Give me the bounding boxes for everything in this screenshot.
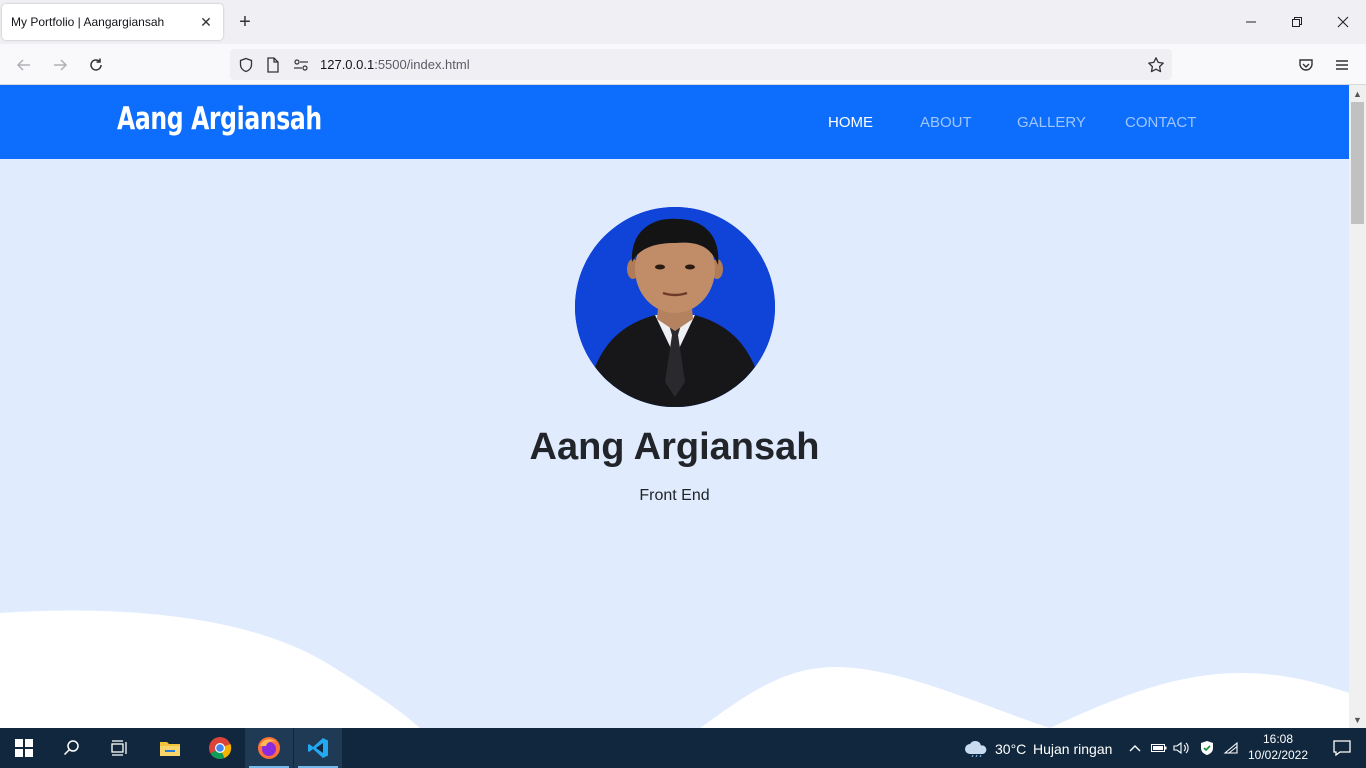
site-navbar: Aang Argiansah HOME ABOUT GALLERY CONTAC… [0,85,1349,159]
system-clock[interactable]: 16:08 10/02/2022 [1240,731,1316,763]
chrome-icon[interactable] [196,728,244,768]
search-icon[interactable] [48,728,96,768]
notifications-icon[interactable] [1318,728,1366,768]
hero-role: Front End [639,487,710,504]
reload-icon[interactable] [84,53,108,77]
firefox-icon[interactable] [245,728,293,768]
file-explorer-icon[interactable] [146,728,194,768]
weather-condition[interactable]: Hujan ringan [1033,741,1112,757]
pocket-icon[interactable] [1294,53,1318,77]
clock-date: 10/02/2022 [1247,748,1309,762]
bookmark-star-icon[interactable] [1146,55,1166,75]
shield-icon[interactable] [236,55,256,75]
security-shield-icon[interactable] [1198,728,1216,768]
windows-taskbar: 30°C Hujan ringan 16:08 10/02/2022 [0,728,1366,768]
minimize-icon[interactable] [1237,8,1265,36]
nav-gallery[interactable]: GALLERY [1017,114,1086,131]
back-arrow-icon[interactable] [12,53,36,77]
url-bar[interactable]: 127.0.0.1:5500/index.html [230,49,1172,80]
volume-icon[interactable] [1172,728,1190,768]
hero-name: Aang Argiansah [529,426,820,468]
page-icon[interactable] [263,55,283,75]
weather-cloud-icon[interactable] [952,728,1000,768]
new-tab-plus-icon[interactable]: + [234,10,256,34]
task-view-icon[interactable] [96,728,144,768]
page-viewport: Aang Argiansah HOME ABOUT GALLERY CONTAC… [0,85,1349,728]
tab-title: My Portfolio | Aangargiansah [11,15,165,29]
vscode-icon[interactable] [294,728,342,768]
nav-contact[interactable]: CONTACT [1125,114,1196,131]
show-hidden-icons-chevron-icon[interactable] [1126,728,1144,768]
profile-photo [575,207,775,407]
clock-time: 16:08 [1262,732,1294,746]
wave-decoration [0,610,1349,728]
scroll-down-arrow-icon[interactable]: ▼ [1349,711,1366,728]
battery-icon[interactable] [1150,728,1168,768]
browser-tab[interactable]: My Portfolio | Aangargiansah ✕ [2,4,223,40]
scroll-up-arrow-icon[interactable]: ▲ [1349,85,1366,102]
site-brand[interactable]: Aang Argiansah [117,101,322,137]
hamburger-menu-icon[interactable] [1330,53,1354,77]
nav-home[interactable]: HOME [828,114,873,131]
weather-temperature[interactable]: 30°C [995,741,1026,757]
restore-icon[interactable] [1283,8,1311,36]
url-text: 127.0.0.1:5500/index.html [320,57,470,72]
scrollbar-thumb[interactable] [1351,102,1364,224]
tab-close-icon[interactable]: ✕ [197,13,215,31]
page-scrollbar[interactable]: ▲ ▼ [1349,85,1366,728]
browser-tab-bar: My Portfolio | Aangargiansah ✕ + [0,0,1366,44]
browser-toolbar: 127.0.0.1:5500/index.html [0,44,1366,85]
wifi-icon[interactable] [1222,728,1240,768]
nav-about[interactable]: ABOUT [920,114,972,131]
close-window-icon[interactable] [1329,8,1357,36]
permissions-icon[interactable] [291,55,311,75]
windows-start-icon[interactable] [0,728,48,768]
forward-arrow-icon[interactable] [48,53,72,77]
